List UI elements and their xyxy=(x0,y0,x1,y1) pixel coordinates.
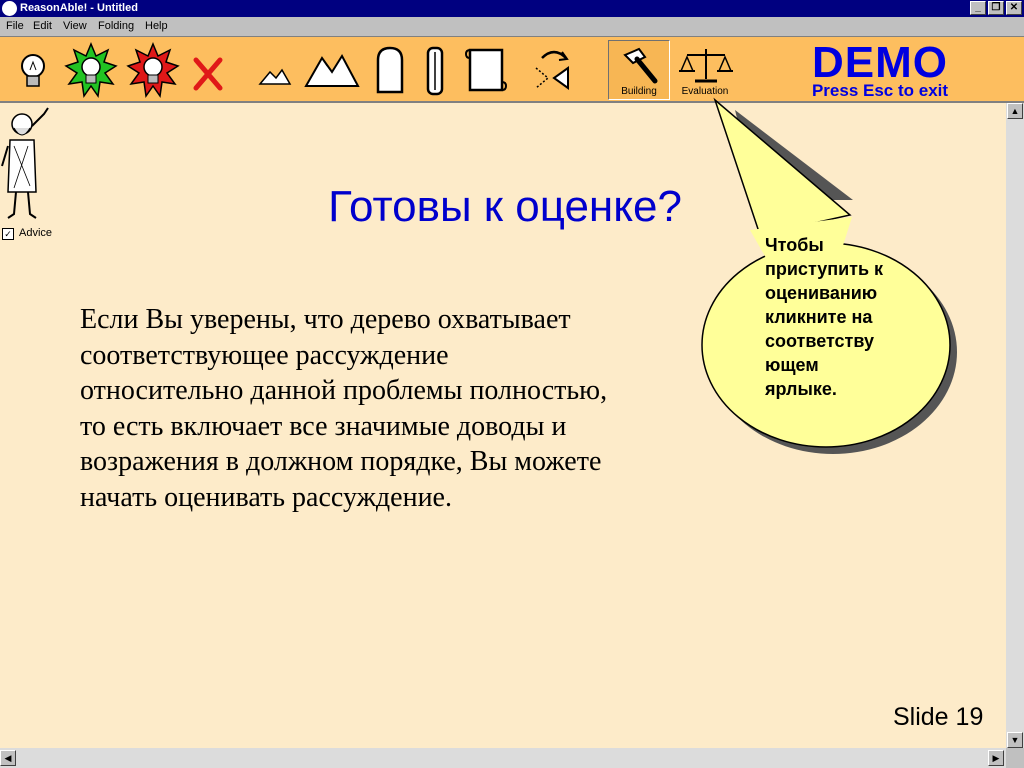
callout-line: Чтобы xyxy=(765,235,824,255)
tab-evaluation[interactable]: Evaluation xyxy=(674,40,736,100)
advice-checkbox[interactable]: ✓ xyxy=(2,228,14,240)
demo-title: DEMO xyxy=(812,38,948,87)
scroll-down-button[interactable]: ▼ xyxy=(1007,732,1023,748)
slide-body-line: то есть включает все значимые доводы и xyxy=(80,410,567,442)
slide-body: Если Вы уверены, что дерево охватывает с… xyxy=(80,302,740,515)
slide-body-line: начать оценивать рассуждение. xyxy=(80,481,452,513)
green-starburst-bulb-icon[interactable] xyxy=(64,42,118,98)
scales-icon xyxy=(679,49,733,83)
slide-body-line: относительно данной проблемы полностью, xyxy=(80,375,608,406)
scroll-right-button[interactable]: ▶ xyxy=(988,750,1004,766)
menu-bar: File Edit View Folding Help xyxy=(0,17,1024,37)
horizontal-scrollbar[interactable]: ◀ ▶ xyxy=(0,748,1006,768)
red-x-icon[interactable] xyxy=(190,42,226,98)
slide-body-line: Если Вы уверены, что дерево охватывает xyxy=(80,304,571,335)
menu-file[interactable]: File xyxy=(6,20,24,32)
tab-building[interactable]: Building xyxy=(608,40,670,100)
minimize-button[interactable]: _ xyxy=(970,1,986,15)
small-mountains-icon[interactable] xyxy=(256,42,292,98)
demo-banner: DEMO Press Esc to exit xyxy=(790,40,970,100)
app-icon[interactable] xyxy=(2,1,17,16)
scrollbar-corner xyxy=(1006,748,1024,768)
slide-heading: Готовы к оценке? xyxy=(328,182,682,231)
restore-button[interactable]: ❐ xyxy=(988,1,1004,15)
menu-help[interactable]: Help xyxy=(145,20,168,32)
bulb-icon[interactable] xyxy=(10,42,56,98)
philosopher-advisor-icon[interactable] xyxy=(0,106,58,224)
menu-folding[interactable]: Folding xyxy=(98,20,134,32)
callout-line: приступить к xyxy=(765,259,884,279)
rotate-arrow-icon[interactable] xyxy=(526,42,576,98)
red-starburst-bulb-icon[interactable] xyxy=(126,42,180,98)
callout-line: оцениванию xyxy=(765,283,878,303)
window-controls: _ ❐ ✕ xyxy=(970,1,1022,16)
tombstone-icon[interactable] xyxy=(370,42,410,98)
pillar-icon[interactable] xyxy=(420,42,450,98)
scroll-up-button[interactable]: ▲ xyxy=(1007,103,1023,119)
callout-line: ющем xyxy=(765,355,819,375)
scroll-left-button[interactable]: ◀ xyxy=(0,750,16,766)
slide-number: Slide 19 xyxy=(893,703,984,731)
callout-text: Чтобы приступить к оцениванию кликните н… xyxy=(765,233,935,401)
tab-building-label: Building xyxy=(621,86,657,97)
large-mountains-icon[interactable] xyxy=(302,42,360,98)
menu-view[interactable]: View xyxy=(63,20,87,32)
slide-body-line: соответствующее рассуждение xyxy=(80,339,449,371)
vertical-scrollbar[interactable]: ▲ ▼ xyxy=(1006,103,1024,748)
callout-line: ярлыке. xyxy=(765,379,837,399)
title-bar: ReasonAble! - Untitled _ ❐ ✕ xyxy=(0,0,1024,17)
menu-edit[interactable]: Edit xyxy=(33,20,52,32)
callout-line: кликните на xyxy=(765,307,873,327)
callout-line: соответству xyxy=(765,331,875,351)
scroll-icon[interactable] xyxy=(462,42,512,98)
slide-body-line: возражения в должном порядке, Вы можете xyxy=(80,446,602,477)
advice-label: Advice xyxy=(19,227,53,239)
advice-toggle[interactable]: ✓ Advice xyxy=(2,227,52,240)
window-title: ReasonAble! - Untitled xyxy=(20,2,138,14)
hammer-icon xyxy=(623,47,658,84)
close-button[interactable]: ✕ xyxy=(1006,1,1022,15)
